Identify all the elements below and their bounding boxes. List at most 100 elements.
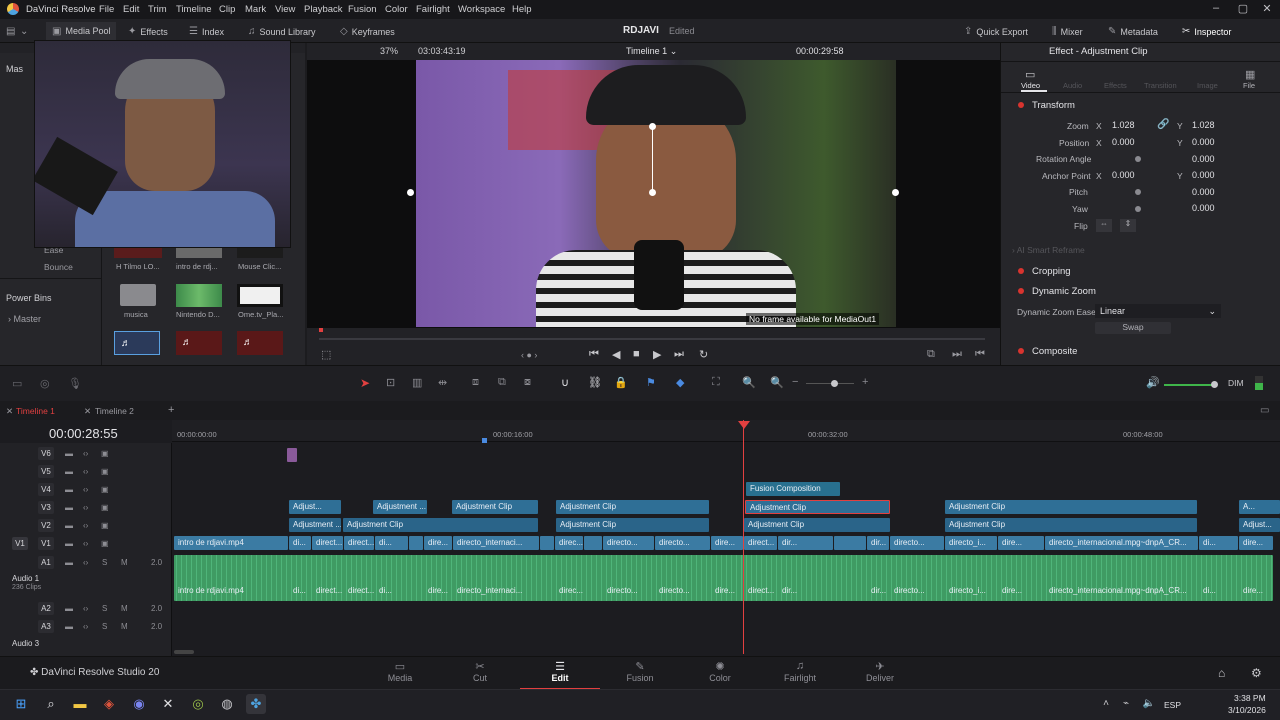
tab-timeline-2[interactable]: Timeline 2 bbox=[95, 406, 134, 416]
auto-select-icon[interactable]: ‹› bbox=[83, 521, 88, 530]
video-clip[interactable] bbox=[409, 536, 423, 550]
transform-handle[interactable] bbox=[407, 189, 414, 196]
go-to-end-icon[interactable]: ⏭ bbox=[674, 348, 684, 361]
viewer-zoom[interactable]: 37% bbox=[380, 46, 398, 56]
xbox-icon[interactable]: ◎ bbox=[188, 694, 208, 714]
solo-button[interactable]: S bbox=[102, 622, 107, 631]
video-clip[interactable]: directo_internaci... bbox=[453, 536, 539, 550]
monitor-icon[interactable]: ▣ bbox=[101, 521, 109, 530]
x-app-icon[interactable]: ✕ bbox=[158, 694, 178, 714]
monitor-icon[interactable]: ▣ bbox=[101, 539, 109, 548]
menu-trim[interactable]: Trim bbox=[148, 4, 167, 15]
replace-icon[interactable]: ⧇ bbox=[524, 376, 531, 389]
volume-thumb[interactable] bbox=[1211, 381, 1218, 388]
menu-color[interactable]: Color bbox=[385, 4, 408, 15]
video-clip[interactable]: dire... bbox=[711, 536, 743, 550]
index-button[interactable]: ☰ Index bbox=[189, 26, 224, 37]
lock-icon[interactable]: ▬ bbox=[65, 449, 73, 458]
metadata-button[interactable]: ✎ Metadata bbox=[1108, 26, 1158, 37]
anchor-y-field[interactable]: 0.000 bbox=[1192, 170, 1215, 180]
edit-page-icon[interactable]: ☰ bbox=[530, 660, 590, 673]
media-thumb[interactable] bbox=[237, 284, 283, 307]
video-clip[interactable]: di... bbox=[289, 536, 311, 550]
marker-icon[interactable]: ◆ bbox=[676, 376, 684, 389]
next-edit-icon[interactable]: ⏭ bbox=[952, 348, 962, 361]
playhead-handle[interactable] bbox=[738, 421, 750, 429]
page-fairlight[interactable]: Fairlight bbox=[770, 673, 830, 683]
jog-bar[interactable] bbox=[319, 338, 985, 340]
fusion-page-icon[interactable]: ✎ bbox=[610, 660, 670, 673]
play-icon[interactable]: ▶ bbox=[653, 348, 661, 361]
transform-enable-dot[interactable] bbox=[1018, 102, 1024, 108]
tab-effects[interactable]: Effects bbox=[1104, 81, 1127, 90]
adjustment-clip[interactable]: Adjustment Clip bbox=[945, 518, 1197, 532]
zoom-y-field[interactable]: 1.028 bbox=[1192, 120, 1215, 130]
dim-button[interactable]: DIM bbox=[1228, 378, 1244, 388]
clock-date[interactable]: 3/10/2026 bbox=[1228, 705, 1266, 715]
lock-icon[interactable]: ▬ bbox=[65, 558, 73, 567]
menu-mark[interactable]: Mark bbox=[245, 4, 266, 15]
network-icon[interactable]: ⌁ bbox=[1116, 694, 1136, 714]
inspector-button[interactable]: ✂ Inspector bbox=[1182, 26, 1231, 37]
music-clip-thumb[interactable]: ♬ bbox=[237, 331, 283, 355]
menu-view[interactable]: View bbox=[275, 4, 295, 15]
snapping-icon[interactable]: ∪ bbox=[561, 376, 569, 389]
transform-section[interactable]: Transform bbox=[1032, 100, 1075, 111]
adjustment-clip[interactable]: Adjustment Clip bbox=[744, 518, 890, 532]
menu-help[interactable]: Help bbox=[512, 4, 532, 15]
menu-timeline[interactable]: Timeline bbox=[176, 4, 212, 15]
dynamic-trim-icon[interactable]: ⇹ bbox=[438, 376, 447, 389]
search-icon[interactable]: ⌕ bbox=[41, 694, 61, 714]
file-explorer-icon[interactable]: ▬ bbox=[70, 694, 90, 714]
tab-image[interactable]: Image bbox=[1197, 81, 1218, 90]
deliver-page-icon[interactable]: ✈ bbox=[850, 660, 910, 673]
media-thumb[interactable] bbox=[176, 248, 222, 258]
viewer-mode-icon[interactable]: ⬚ bbox=[321, 348, 331, 361]
timeline-marker[interactable] bbox=[482, 438, 487, 443]
music-clip-thumb[interactable]: ♬ bbox=[176, 331, 222, 355]
position-x-field[interactable]: 0.000 bbox=[1112, 137, 1135, 147]
auto-select-icon[interactable]: ‹› bbox=[83, 539, 88, 548]
transform-handle[interactable] bbox=[892, 189, 899, 196]
auto-select-icon[interactable]: ‹› bbox=[83, 449, 88, 458]
speaker-icon[interactable]: 🔈 bbox=[1139, 694, 1159, 714]
zoom-in-icon[interactable]: + bbox=[862, 376, 868, 388]
menu-fairlight[interactable]: Fairlight bbox=[416, 4, 450, 15]
video-clip[interactable]: directo... bbox=[655, 536, 710, 550]
position-y-field[interactable]: 0.000 bbox=[1192, 137, 1215, 147]
tab-file[interactable]: File bbox=[1243, 81, 1255, 90]
clock-time[interactable]: 3:38 PM bbox=[1234, 693, 1266, 703]
adjustment-clip[interactable]: Adjustment ... bbox=[373, 500, 427, 514]
lock-icon[interactable]: ▬ bbox=[65, 622, 73, 631]
chevron-up-icon[interactable]: ˄ bbox=[1096, 694, 1116, 714]
brave-browser-icon[interactable]: ◈ bbox=[99, 694, 119, 714]
bin-master-item[interactable]: Mas bbox=[6, 64, 23, 74]
timeline-ruler[interactable] bbox=[172, 420, 1280, 442]
dynamic-zoom-enable-dot[interactable] bbox=[1018, 288, 1024, 294]
auto-select-icon[interactable]: ‹› bbox=[83, 503, 88, 512]
auto-select-icon[interactable]: ‹› bbox=[83, 622, 88, 631]
adjustment-clip[interactable]: Adjust... bbox=[1239, 518, 1280, 532]
adjustment-clip[interactable]: A... bbox=[1239, 500, 1280, 514]
menu-fusion[interactable]: Fusion bbox=[348, 4, 377, 15]
video-clip[interactable] bbox=[584, 536, 602, 550]
adjustment-clip[interactable]: Adjustment Clip bbox=[343, 518, 538, 532]
adjustment-clip[interactable]: Adjustment Clip bbox=[945, 500, 1197, 514]
video-clip[interactable]: directo_i... bbox=[945, 536, 997, 550]
pitch-slider[interactable] bbox=[1135, 189, 1141, 195]
tab-video[interactable]: Video bbox=[1021, 81, 1040, 90]
swap-button[interactable]: Swap bbox=[1095, 322, 1171, 334]
tab-audio[interactable]: Audio bbox=[1063, 81, 1082, 90]
lock-icon[interactable]: 🔒 bbox=[614, 376, 628, 389]
auto-select-icon[interactable]: ‹› bbox=[83, 604, 88, 613]
stop-icon[interactable]: ■ bbox=[633, 348, 640, 360]
fairlight-page-icon[interactable]: ♫ bbox=[770, 660, 830, 672]
media-thumb[interactable] bbox=[237, 248, 283, 258]
master-bin-item[interactable]: › Master bbox=[8, 314, 41, 324]
cut-page-icon[interactable]: ✂ bbox=[450, 660, 510, 673]
monitor-icon[interactable]: ▣ bbox=[101, 467, 109, 476]
mute-button[interactable]: M bbox=[121, 558, 128, 567]
flip-vertical-icon[interactable]: ⇕ bbox=[1120, 219, 1136, 232]
mic-icon[interactable]: 🎙 bbox=[68, 377, 82, 390]
playhead-line[interactable] bbox=[743, 420, 744, 654]
